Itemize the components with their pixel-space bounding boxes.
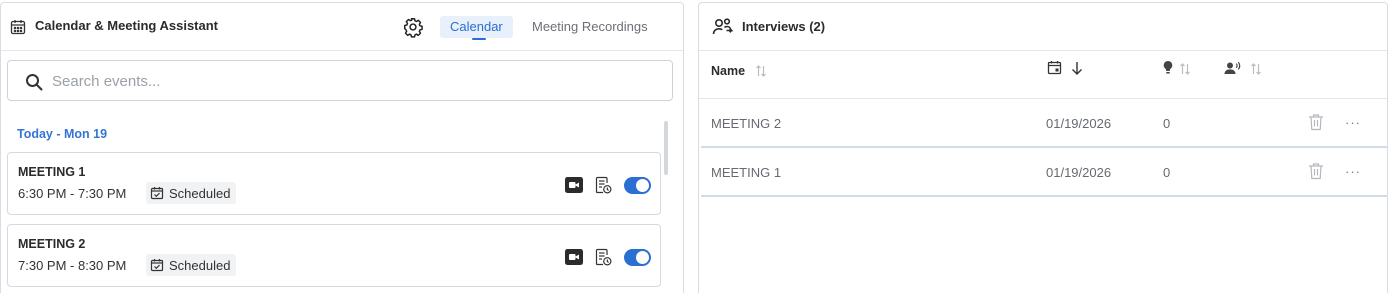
status-label: Scheduled xyxy=(169,185,231,201)
meeting-notes-icon[interactable] xyxy=(595,248,612,267)
calendar-check-icon xyxy=(150,187,164,200)
event-list-scrollbar[interactable] xyxy=(664,121,668,175)
calendar-panel-title: Calendar & Meeting Assistant xyxy=(35,18,219,33)
event-card[interactable]: MEETING 1 6:30 PM - 7:30 PM Scheduled xyxy=(7,152,661,215)
calendar-check-icon xyxy=(150,259,164,272)
row-name: MEETING 1 xyxy=(711,165,782,180)
meeting-notes-icon[interactable] xyxy=(595,176,612,195)
calendar-panel: Calendar & Meeting Assistant Calendar Me… xyxy=(0,2,684,293)
row-name: MEETING 2 xyxy=(711,116,782,131)
search-input[interactable] xyxy=(52,69,652,93)
calendar-date-icon[interactable] xyxy=(1047,60,1062,75)
event-title: MEETING 1 xyxy=(18,165,86,179)
event-toggle[interactable] xyxy=(624,249,651,266)
row-count: 0 xyxy=(1163,116,1171,131)
sort-icon[interactable] xyxy=(755,64,767,78)
calendar-panel-header: Calendar & Meeting Assistant Calendar Me… xyxy=(1,3,683,51)
event-toggle[interactable] xyxy=(624,177,651,194)
speaker-icon xyxy=(1224,61,1241,74)
interviews-panel: Interviews (2) Name MEETING 2 01/19/2026… xyxy=(698,2,1388,293)
settings-gear-icon[interactable] xyxy=(402,16,424,38)
table-row[interactable]: MEETING 1 01/19/2026 0 ··· xyxy=(701,149,1387,197)
trash-icon[interactable] xyxy=(1308,162,1324,180)
event-card[interactable]: MEETING 2 7:30 PM - 8:30 PM Scheduled xyxy=(7,224,661,287)
row-date: 01/19/2026 xyxy=(1046,165,1112,180)
status-badge: Scheduled xyxy=(146,182,237,204)
sort-descending-icon[interactable] xyxy=(1071,61,1083,75)
search-icon xyxy=(26,74,43,91)
sort-icon[interactable] xyxy=(1179,62,1191,76)
video-camera-icon[interactable] xyxy=(565,249,583,265)
table-row[interactable]: MEETING 2 01/19/2026 0 ··· xyxy=(701,100,1387,148)
event-time: 6:30 PM - 7:30 PM xyxy=(18,186,127,201)
interviews-title: Interviews (2) xyxy=(742,19,826,34)
interview-users-icon xyxy=(712,18,734,35)
search-box xyxy=(7,60,673,101)
sort-icon[interactable] xyxy=(1250,62,1262,76)
lightbulb-icon xyxy=(1163,61,1173,74)
row-date: 01/19/2026 xyxy=(1046,116,1112,131)
status-label: Scheduled xyxy=(169,257,231,273)
trash-icon[interactable] xyxy=(1308,113,1324,131)
tab-meeting-recordings[interactable]: Meeting Recordings xyxy=(522,16,658,38)
event-time: 7:30 PM - 8:30 PM xyxy=(18,258,127,273)
status-badge: Scheduled xyxy=(146,254,237,276)
more-options-icon[interactable]: ··· xyxy=(1345,115,1361,130)
calendar-icon xyxy=(10,20,26,35)
column-name-header[interactable]: Name xyxy=(711,64,745,78)
more-options-icon[interactable]: ··· xyxy=(1345,164,1361,179)
interviews-panel-header: Interviews (2) xyxy=(699,3,1387,51)
tab-calendar[interactable]: Calendar xyxy=(440,16,513,40)
event-title: MEETING 2 xyxy=(18,237,86,251)
table-header: Name xyxy=(699,52,1387,99)
date-heading: Today - Mon 19 xyxy=(17,127,108,141)
video-camera-icon[interactable] xyxy=(565,177,583,193)
row-count: 0 xyxy=(1163,165,1171,180)
